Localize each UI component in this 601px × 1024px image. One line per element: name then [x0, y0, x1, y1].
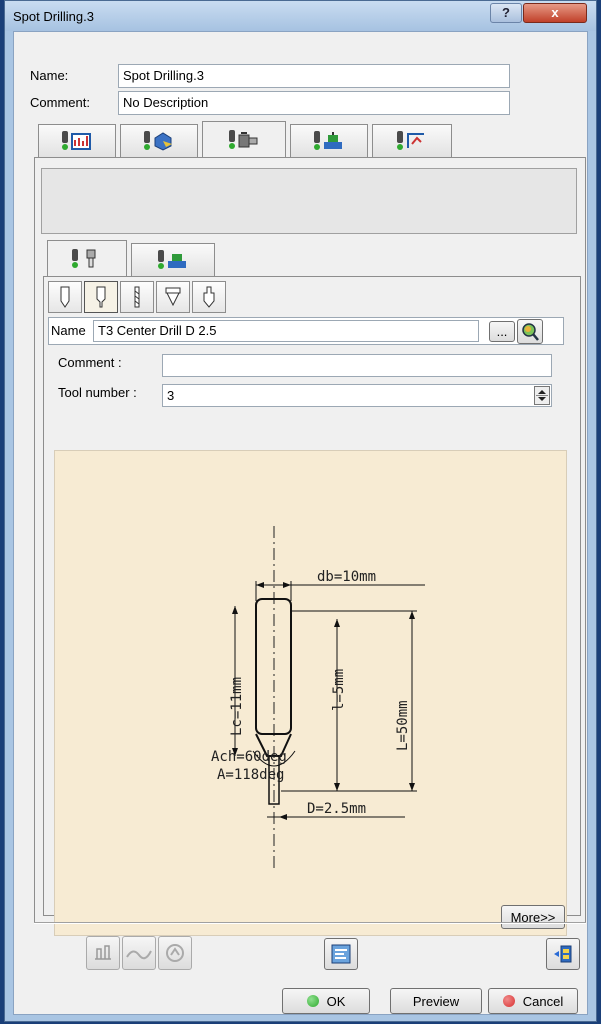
tool-number-field[interactable]: 3 [162, 384, 552, 407]
tool-type-button-center-drill[interactable] [84, 281, 118, 313]
tool-name-row: Name T3 Center Drill D 2.5 ... [48, 317, 564, 345]
tool-comment-field[interactable] [162, 354, 552, 377]
comment-label: Comment: [30, 95, 90, 110]
dim-l-outer-label: L=50mm [395, 700, 411, 751]
tool-catalog-icon [331, 944, 351, 964]
status-light-icon [72, 248, 78, 269]
tool-path-replay-button[interactable] [86, 936, 120, 970]
tab-tool[interactable] [202, 121, 286, 157]
tab-strategy[interactable] [38, 124, 116, 157]
subtab-tool[interactable] [47, 240, 127, 276]
tool-drawing-area: db=10mm L=50mm l=5mm Lc=11mm Ach=60deg A… [54, 450, 567, 936]
tool-assembly-icon [168, 254, 186, 268]
magnifier-icon [522, 322, 539, 341]
tool-type-bar [48, 281, 228, 313]
status-light-icon [158, 250, 164, 270]
tab-feeds-speeds[interactable] [290, 124, 368, 157]
countersink-icon [165, 287, 181, 307]
dim-ach-label: Ach=60deg [211, 749, 287, 765]
comment-field[interactable]: No Description [118, 91, 510, 115]
status-light-icon [314, 131, 320, 151]
spot-drilling-dialog: Spot Drilling.3 ? x Name: Spot Drilling.… [4, 0, 597, 1022]
status-light-icon [229, 129, 235, 150]
ok-label: OK [326, 993, 346, 1009]
dialog-client-area: Name: Spot Drilling.3 Comment: No Descri… [13, 31, 588, 1015]
dim-l-inner-label: l=5mm [331, 669, 347, 711]
tool-type-button-5[interactable] [192, 281, 226, 313]
simulation-icon [126, 950, 152, 960]
tool-type-button-1[interactable] [48, 281, 82, 313]
dim-d-label: D=2.5mm [307, 801, 366, 817]
window-title: Spot Drilling.3 [13, 9, 94, 24]
macros-icon [407, 133, 424, 148]
ok-button[interactable]: OK [282, 988, 370, 1014]
geometry-icon [154, 132, 172, 151]
dim-lc-label: Lc=11mm [229, 677, 245, 736]
tool-name-field[interactable]: T3 Center Drill D 2.5 [93, 320, 479, 342]
strategy-icon [71, 133, 91, 150]
search-tool-button[interactable] [517, 319, 543, 344]
dim-db-label: db=10mm [317, 569, 376, 585]
analyze-icon [166, 944, 184, 962]
tab-macros[interactable] [372, 124, 452, 157]
feeds-speeds-icon [324, 132, 342, 149]
tool-type-button-4[interactable] [156, 281, 190, 313]
tool-comment-label: Comment : [58, 355, 122, 370]
tool-assembly-icon [238, 131, 258, 147]
tool-number-spinner[interactable] [534, 386, 550, 405]
title-bar[interactable]: Spot Drilling.3 ? x [5, 1, 596, 31]
drill-type-1-icon [60, 286, 70, 308]
bottom-divider [34, 922, 586, 924]
tool-name-label: Name [51, 323, 86, 338]
center-drill-drawing: db=10mm L=50mm l=5mm Lc=11mm Ach=60deg A… [211, 526, 425, 871]
subtab-tool-assembly[interactable] [131, 243, 215, 276]
browse-button[interactable]: ... [489, 321, 515, 342]
step-drill-icon [203, 286, 215, 308]
cancel-button[interactable]: Cancel [488, 988, 578, 1014]
name-label: Name: [30, 68, 69, 83]
name-field[interactable]: Spot Drilling.3 [118, 64, 510, 88]
tool-catalog-button[interactable] [324, 938, 358, 970]
tool-number-label: Tool number : [58, 385, 137, 400]
close-button[interactable]: x [523, 3, 587, 23]
cancel-label: Cancel [522, 993, 564, 1009]
preview-button[interactable]: Preview [390, 988, 482, 1014]
tool-path-button[interactable] [546, 938, 580, 970]
center-drill-icon [96, 286, 106, 308]
help-button[interactable]: ? [490, 3, 522, 23]
twist-drill-icon [134, 286, 140, 308]
film-strip-icon [554, 945, 572, 963]
status-light-icon [397, 131, 403, 151]
status-light-icon [62, 131, 68, 151]
ok-ball-icon [306, 995, 319, 1007]
status-light-icon [144, 131, 150, 151]
more-button[interactable]: More>> [501, 905, 565, 929]
replay-icon [95, 945, 111, 960]
cancel-ball-icon [502, 995, 515, 1007]
tool-type-button-3[interactable] [120, 281, 154, 313]
spinner-arrows-icon [536, 390, 548, 401]
tool-icon [86, 249, 96, 267]
tab-geometry[interactable] [120, 124, 198, 157]
tool-info-box [41, 168, 577, 234]
analyze-button[interactable] [158, 936, 192, 970]
dim-a-label: A=118deg [217, 767, 284, 783]
simulation-button[interactable] [122, 936, 156, 970]
